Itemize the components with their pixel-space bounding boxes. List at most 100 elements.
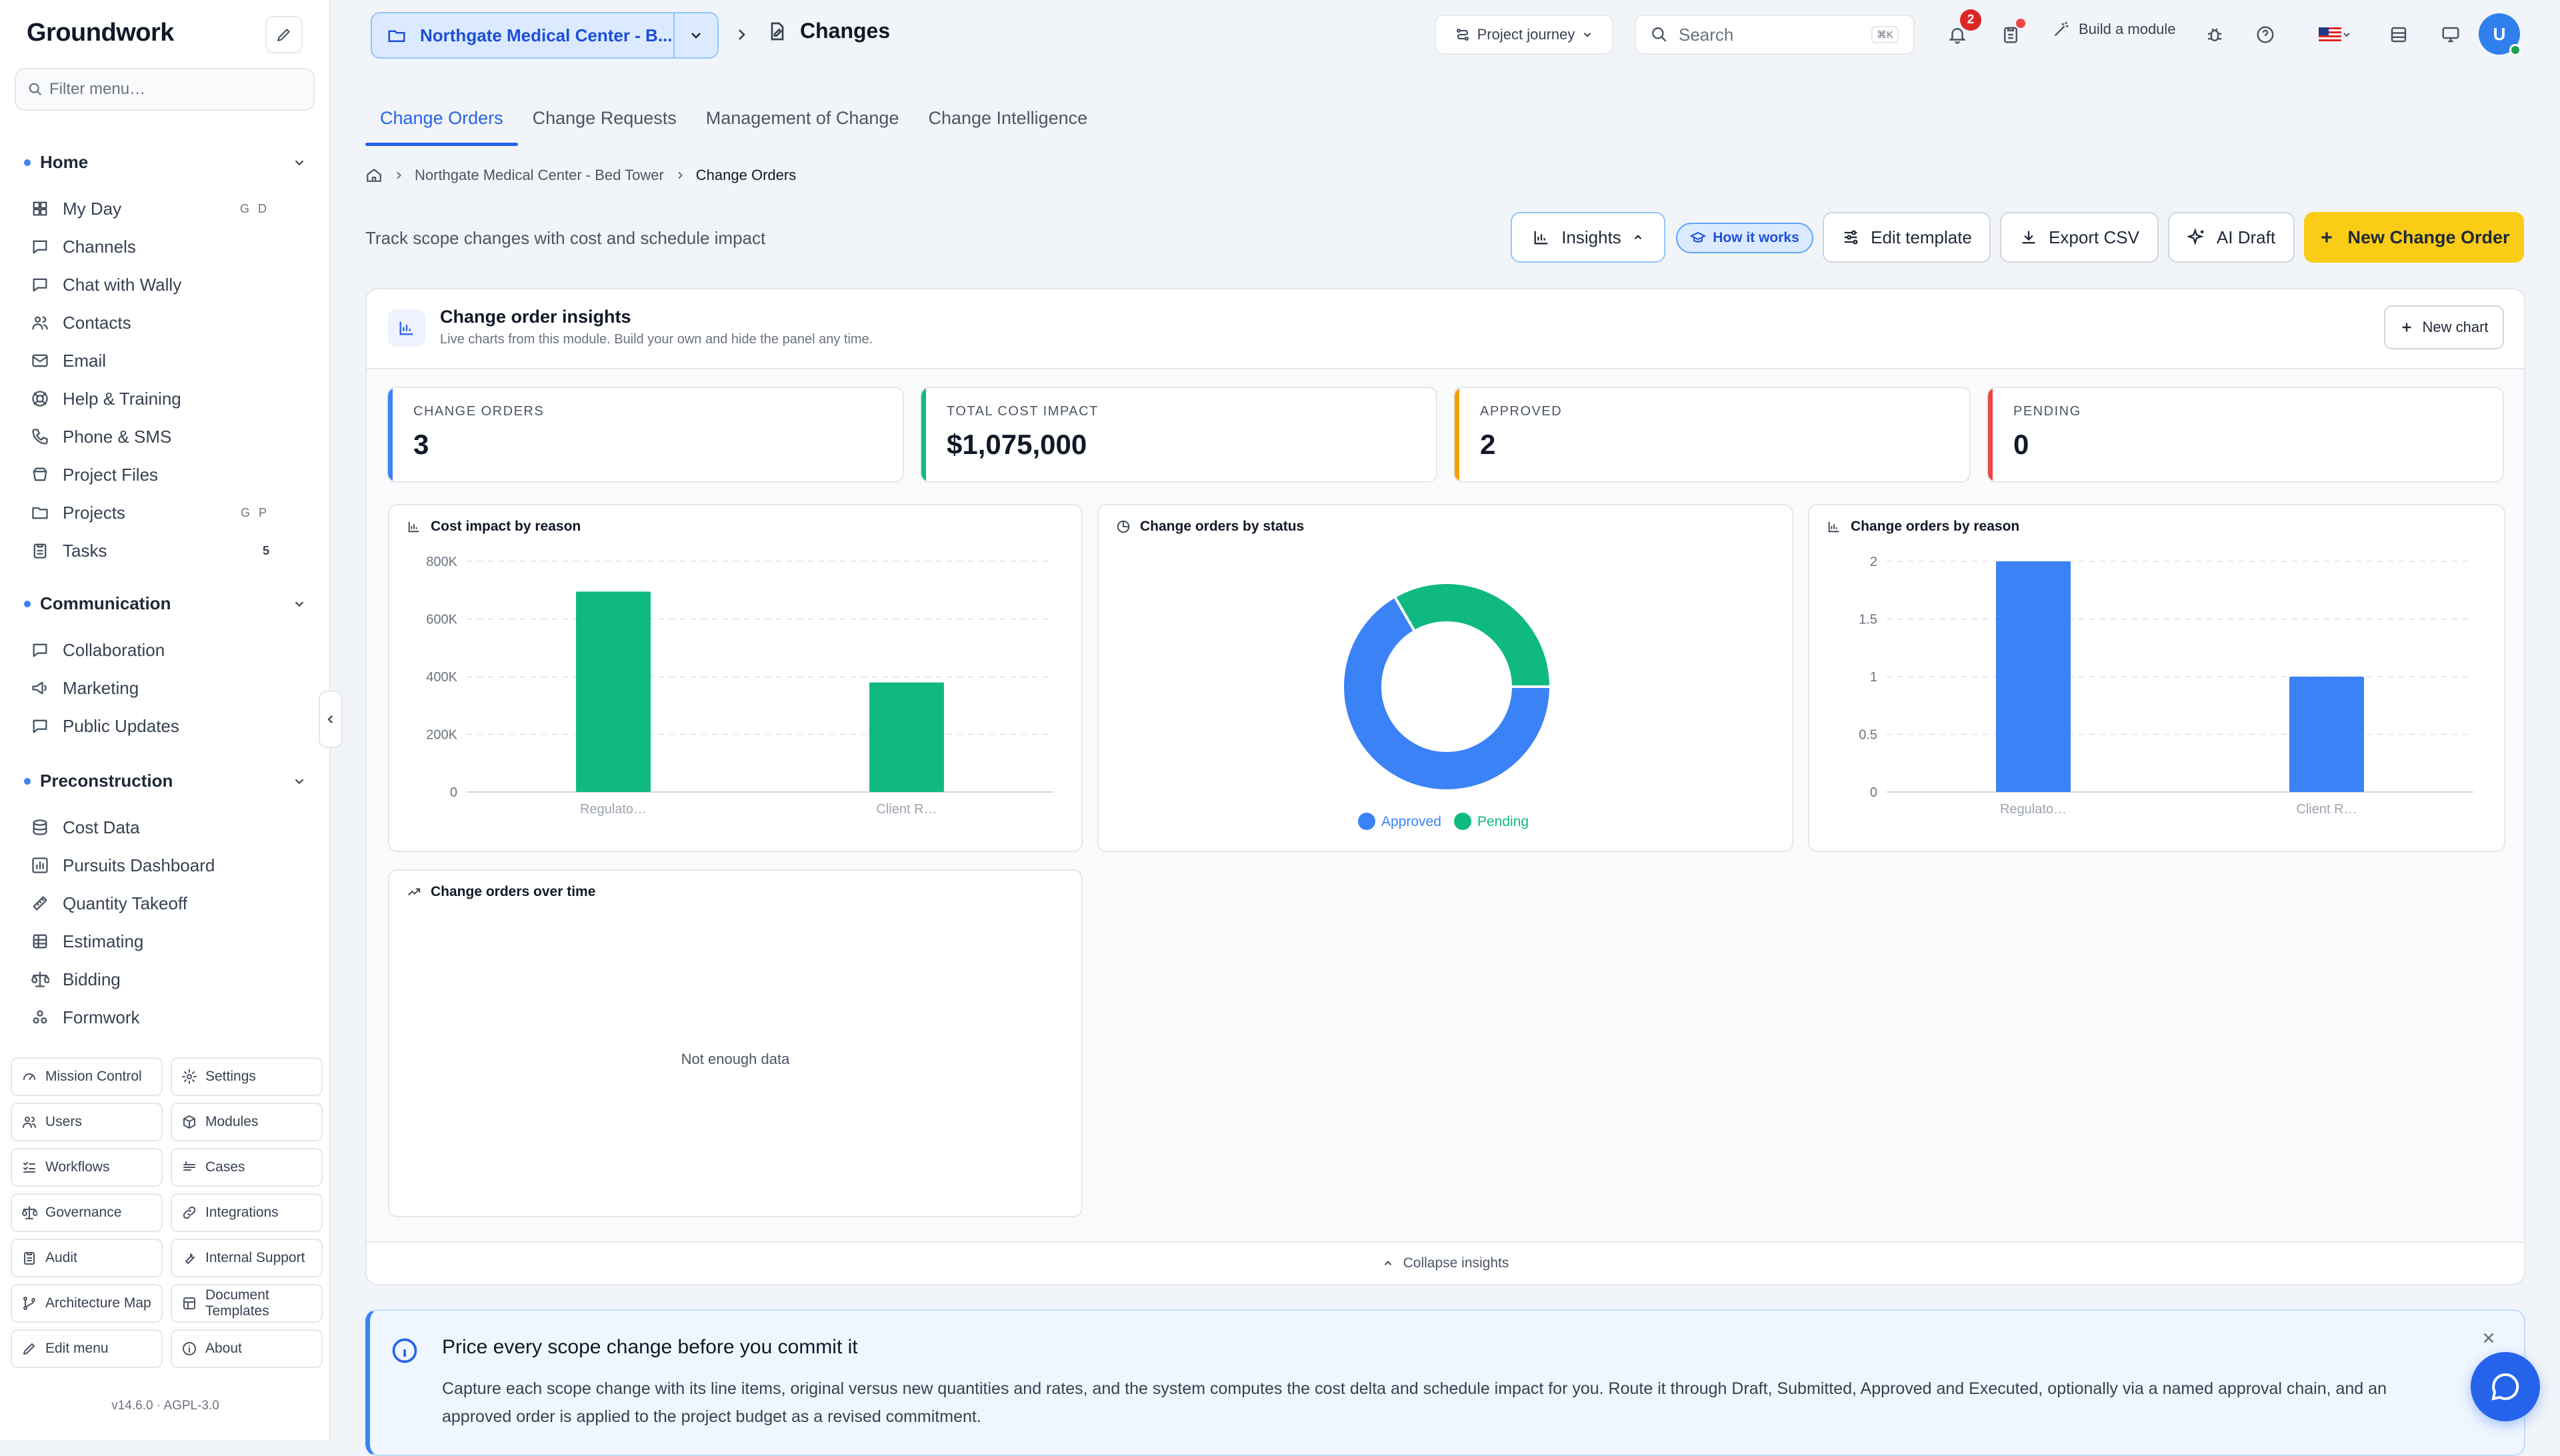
modules-button[interactable]: Modules (171, 1103, 323, 1141)
info-icon (183, 1342, 196, 1355)
y-tick-label: 800K (426, 555, 457, 569)
chart-title-text: Cost impact by reason (431, 519, 581, 534)
project-name: Northgate Medical Center - B... (420, 25, 673, 45)
filter-menu-input[interactable]: Filter menu… (15, 68, 315, 111)
sidebar-item-tasks[interactable]: Tasks 5 (31, 533, 311, 569)
sidebar-item-my-day[interactable]: My Day G D (31, 191, 311, 227)
bug-report-button[interactable] (2200, 20, 2229, 49)
button-label: Mission Control (45, 1068, 142, 1084)
edit-menu-button[interactable]: Edit menu (11, 1329, 163, 1368)
sidebar-item-chat-with-wally[interactable]: Chat with Wally (31, 267, 311, 303)
integrations-button[interactable]: Integrations (171, 1193, 323, 1232)
sidebar-item-collaboration[interactable]: Collaboration (31, 632, 311, 668)
sidebar-item-cost-data[interactable]: Cost Data (31, 809, 311, 845)
chart-title-text: Change orders over time (431, 884, 596, 899)
mission-control-button[interactable]: Mission Control (11, 1057, 163, 1096)
global-search-input[interactable]: Search ⌘K (1635, 15, 1915, 55)
language-selector[interactable] (2312, 20, 2359, 49)
button-label: Workflows (45, 1159, 110, 1175)
settings-button[interactable]: Settings (171, 1057, 323, 1096)
sidebar: Groundwork Filter menu… Home My Day G D Cha… (0, 0, 331, 1440)
folder-open-icon (388, 30, 405, 42)
internal-support-button[interactable]: Internal Support (171, 1239, 323, 1277)
breadcrumb-project[interactable]: Northgate Medical Center - Bed Tower (415, 167, 664, 184)
how-it-works-button[interactable]: How it works (1676, 223, 1813, 253)
new-chart-button[interactable]: New chart (2384, 305, 2504, 349)
compose-button[interactable] (265, 16, 303, 53)
document-templates-button[interactable]: Document Templates (171, 1284, 323, 1323)
insights-toggle-button[interactable]: Insights (1511, 212, 1665, 263)
users-button[interactable]: Users (11, 1103, 163, 1141)
sidebar-section-home[interactable]: Home (24, 152, 307, 173)
inbox-unread-dot (2016, 19, 2025, 28)
slice-pending[interactable] (1393, 581, 1553, 688)
new-change-order-button[interactable]: New Change Order (2304, 212, 2524, 263)
sidebar-collapse-button[interactable] (319, 691, 343, 748)
bar-1[interactable] (869, 682, 944, 792)
sidebar-item-marketing[interactable]: Marketing (31, 670, 311, 706)
bar-0[interactable] (576, 591, 651, 792)
close-icon[interactable] (2480, 1329, 2497, 1347)
chart-title-text: Change orders by status (1140, 519, 1305, 534)
legend-swatch (1358, 813, 1375, 830)
governance-button[interactable]: Governance (11, 1193, 163, 1232)
display-button[interactable] (2436, 20, 2465, 49)
kpi-card-approved: APPROVED 2 (1453, 387, 1971, 483)
cases-icon (183, 1161, 195, 1171)
tab-management-of-change[interactable]: Management of Change (691, 100, 914, 146)
sidebar-item-label: Help & Training (63, 388, 181, 409)
build-module-button[interactable]: Build a module (2052, 20, 2176, 39)
layout-toggle-button[interactable] (2384, 20, 2413, 49)
audit-button[interactable]: Audit (11, 1239, 163, 1277)
sidebar-item-quantity-takeoff[interactable]: Quantity Takeoff (31, 885, 311, 921)
insights-subtitle: Live charts from this module. Build your… (440, 332, 873, 347)
sidebar-item-pursuits-dashboard[interactable]: Pursuits Dashboard (31, 847, 311, 883)
chat-launcher-button[interactable] (2471, 1352, 2540, 1421)
tab-change-intelligence[interactable]: Change Intelligence (913, 100, 1102, 146)
clipboard-icon (2004, 27, 2017, 43)
tab-change-requests[interactable]: Change Requests (518, 100, 691, 146)
button-label: Audit (45, 1249, 77, 1265)
architecture-map-button[interactable]: Architecture Map (11, 1284, 163, 1323)
phone-icon (32, 429, 48, 445)
home-icon[interactable] (365, 167, 383, 184)
y-tick-label: 1 (1870, 670, 1877, 685)
sidebar-section-preconstruction[interactable]: Preconstruction (24, 771, 307, 791)
collapse-insights-button[interactable]: Collapse insights (367, 1241, 2524, 1284)
kpi-value: $1,075,000 (947, 429, 1087, 460)
sidebar-item-public-updates[interactable]: Public Updates (31, 708, 311, 744)
sidebar-item-projects[interactable]: Projects G P (31, 495, 311, 531)
sidebar-item-channels[interactable]: Channels (31, 229, 311, 265)
chart-card-count-by-reason: Change orders by reason 0 0.5 1 1.5 2 Regulat… (1808, 504, 2505, 852)
sidebar-section-communication[interactable]: Communication (24, 593, 307, 614)
sidebar-item-label: Pursuits Dashboard (63, 855, 215, 875)
ai-draft-button[interactable]: AI Draft (2168, 212, 2295, 263)
sidebar-item-project-files[interactable]: Project Files (31, 457, 311, 493)
sidebar-item-contacts[interactable]: Contacts (31, 305, 311, 341)
bar-0[interactable] (1996, 561, 2071, 792)
kpi-label: APPROVED (1480, 404, 1563, 419)
pencil-icon (277, 28, 291, 42)
bar-1[interactable] (2289, 677, 2364, 792)
version-label: v14.6.0 · AGPL-3.0 (111, 1399, 219, 1413)
sidebar-item-email[interactable]: Email (31, 343, 311, 379)
notification-count-badge: 2 (1960, 9, 1981, 31)
cases-button[interactable]: Cases (171, 1148, 323, 1187)
sidebar-item-formwork[interactable]: Formwork (31, 999, 311, 1035)
sidebar-item-bidding[interactable]: Bidding (31, 961, 311, 997)
about-button[interactable]: About (171, 1329, 323, 1368)
sidebar-item-phone-sms[interactable]: Phone & SMS (31, 419, 311, 455)
database-icon (33, 819, 47, 835)
project-journey-button[interactable]: Project journey (1435, 15, 1613, 55)
workflows-button[interactable]: Workflows (11, 1148, 163, 1187)
sidebar-item-estimating[interactable]: Estimating (31, 923, 311, 959)
help-button[interactable] (2251, 20, 2280, 49)
sidebar-item-help-training[interactable]: Help & Training (31, 381, 311, 417)
sliders-icon (1844, 230, 1858, 245)
section-dot (24, 159, 31, 166)
project-switcher[interactable]: Northgate Medical Center - B... (371, 12, 719, 59)
tab-change-orders[interactable]: Change Orders (365, 100, 518, 146)
search-shortcut: ⌘K (1871, 26, 1899, 43)
export-csv-button[interactable]: Export CSV (2000, 212, 2159, 263)
edit-template-button[interactable]: Edit template (1823, 212, 1991, 263)
